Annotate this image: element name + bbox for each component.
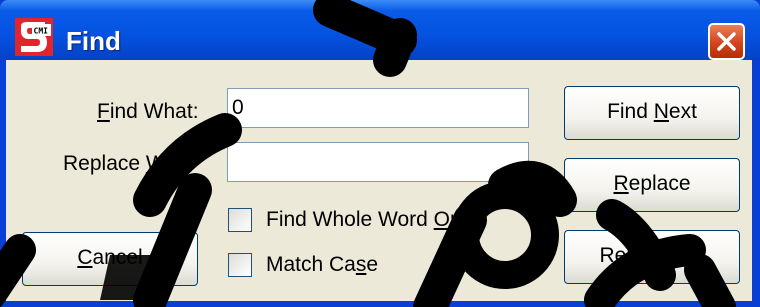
match-case-checkbox[interactable] [228,253,252,277]
replace-with-input[interactable] [227,142,529,182]
replace-with-label: Replace With: [63,152,194,175]
close-icon [717,32,736,51]
close-button[interactable] [708,23,745,60]
replace-all-button[interactable]: Replace All [564,230,740,284]
replace-button[interactable]: Replace [564,158,740,212]
find-what-input[interactable] [227,88,529,128]
cancel-button[interactable]: Cancel [22,232,198,286]
find-dialog: CMI Find Find What: Replace With: Find N… [0,0,760,307]
find-next-button[interactable]: Find Next [564,86,740,140]
svg-text:CMI: CMI [34,27,49,36]
find-what-label: Find What: [97,100,199,123]
window-title: Find [66,26,121,56]
title-bar[interactable]: CMI Find [0,0,760,60]
whole-word-label[interactable]: Find Whole Word Only [266,208,477,232]
dialog-body: Find What: Replace With: Find Next Repla… [6,60,752,301]
match-case-label[interactable]: Match Case [266,253,378,277]
whole-word-checkbox[interactable] [228,208,252,232]
app-logo-icon: CMI [15,18,53,56]
